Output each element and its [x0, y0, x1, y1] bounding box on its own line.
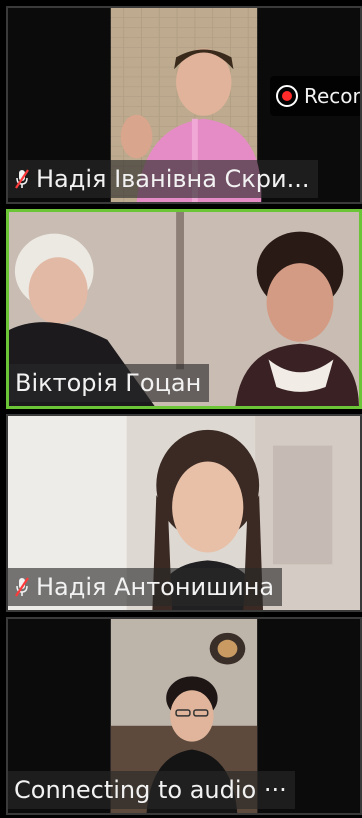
participant-name: Надія Іванівна Скри... — [36, 165, 310, 193]
participant-name-bar: Надія Іванівна Скри... — [8, 160, 318, 198]
participant-name: Connecting to audio ··· — [14, 776, 287, 804]
participant-tile-4[interactable]: Connecting to audio ··· — [6, 617, 362, 815]
participant-name-bar: Надія Антонишина — [8, 568, 283, 606]
participant-name-bar: Вікторія Гоцан — [9, 364, 210, 402]
mic-muted-icon — [15, 169, 29, 189]
mic-muted-icon — [15, 577, 29, 597]
record-icon — [276, 85, 298, 107]
recording-indicator: Recor — [270, 76, 361, 116]
participant-name: Надія Антонишина — [36, 573, 275, 601]
video-grid: Recor Надія Іванівна Скри... Вікторія Го… — [0, 0, 362, 818]
participant-tile-1[interactable]: Recor Надія Іванівна Скри... — [6, 6, 362, 204]
participant-name: Вікторія Гоцан — [15, 369, 202, 397]
participant-tile-3[interactable]: Надія Антонишина — [6, 414, 362, 612]
participant-name-bar: Connecting to audio ··· — [8, 771, 295, 809]
recording-label: Recor — [304, 84, 361, 108]
participant-tile-2[interactable]: Вікторія Гоцан — [6, 209, 362, 409]
